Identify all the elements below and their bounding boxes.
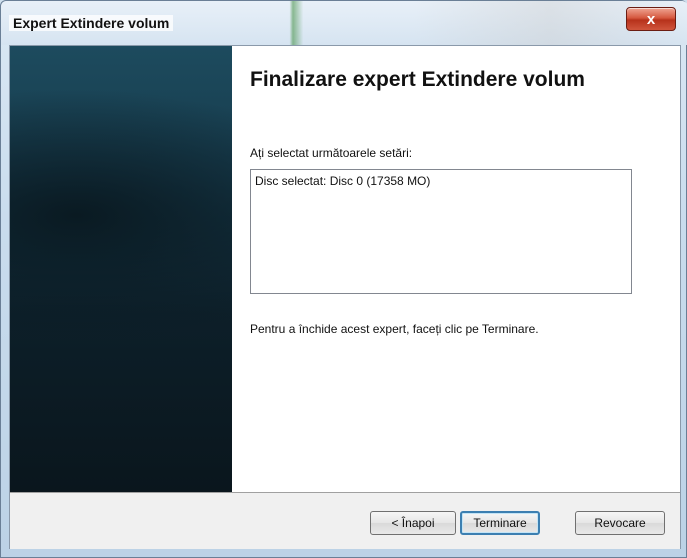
cancel-button[interactable]: Revocare xyxy=(575,511,665,535)
wizard-content: Finalizare expert Extindere volum Ați se… xyxy=(232,46,680,492)
close-icon: x xyxy=(646,10,656,28)
settings-summary-box[interactable]: Disc selectat: Disc 0 (17358 MO) xyxy=(250,169,632,294)
wizard-side-banner xyxy=(10,46,232,492)
settings-summary-line: Disc selectat: Disc 0 (17358 MO) xyxy=(255,174,431,188)
settings-label: Ați selectat următoarele setări: xyxy=(250,146,413,160)
wizard-client-area: Finalizare expert Extindere volum Ați se… xyxy=(9,45,681,549)
finish-instruction: Pentru a închide acest expert, faceți cl… xyxy=(250,322,539,336)
button-bar: < Înapoi Terminare Revocare xyxy=(10,492,680,549)
finish-button[interactable]: Terminare xyxy=(460,511,540,535)
wizard-window: Expert Extindere volum x Finalizare expe… xyxy=(0,0,687,558)
close-button[interactable]: x xyxy=(626,7,676,31)
back-button[interactable]: < Înapoi xyxy=(370,511,456,535)
window-title: Expert Extindere volum xyxy=(9,15,174,31)
title-bar[interactable]: Expert Extindere volum x xyxy=(1,1,687,45)
page-title: Finalizare expert Extindere volum xyxy=(250,68,585,91)
